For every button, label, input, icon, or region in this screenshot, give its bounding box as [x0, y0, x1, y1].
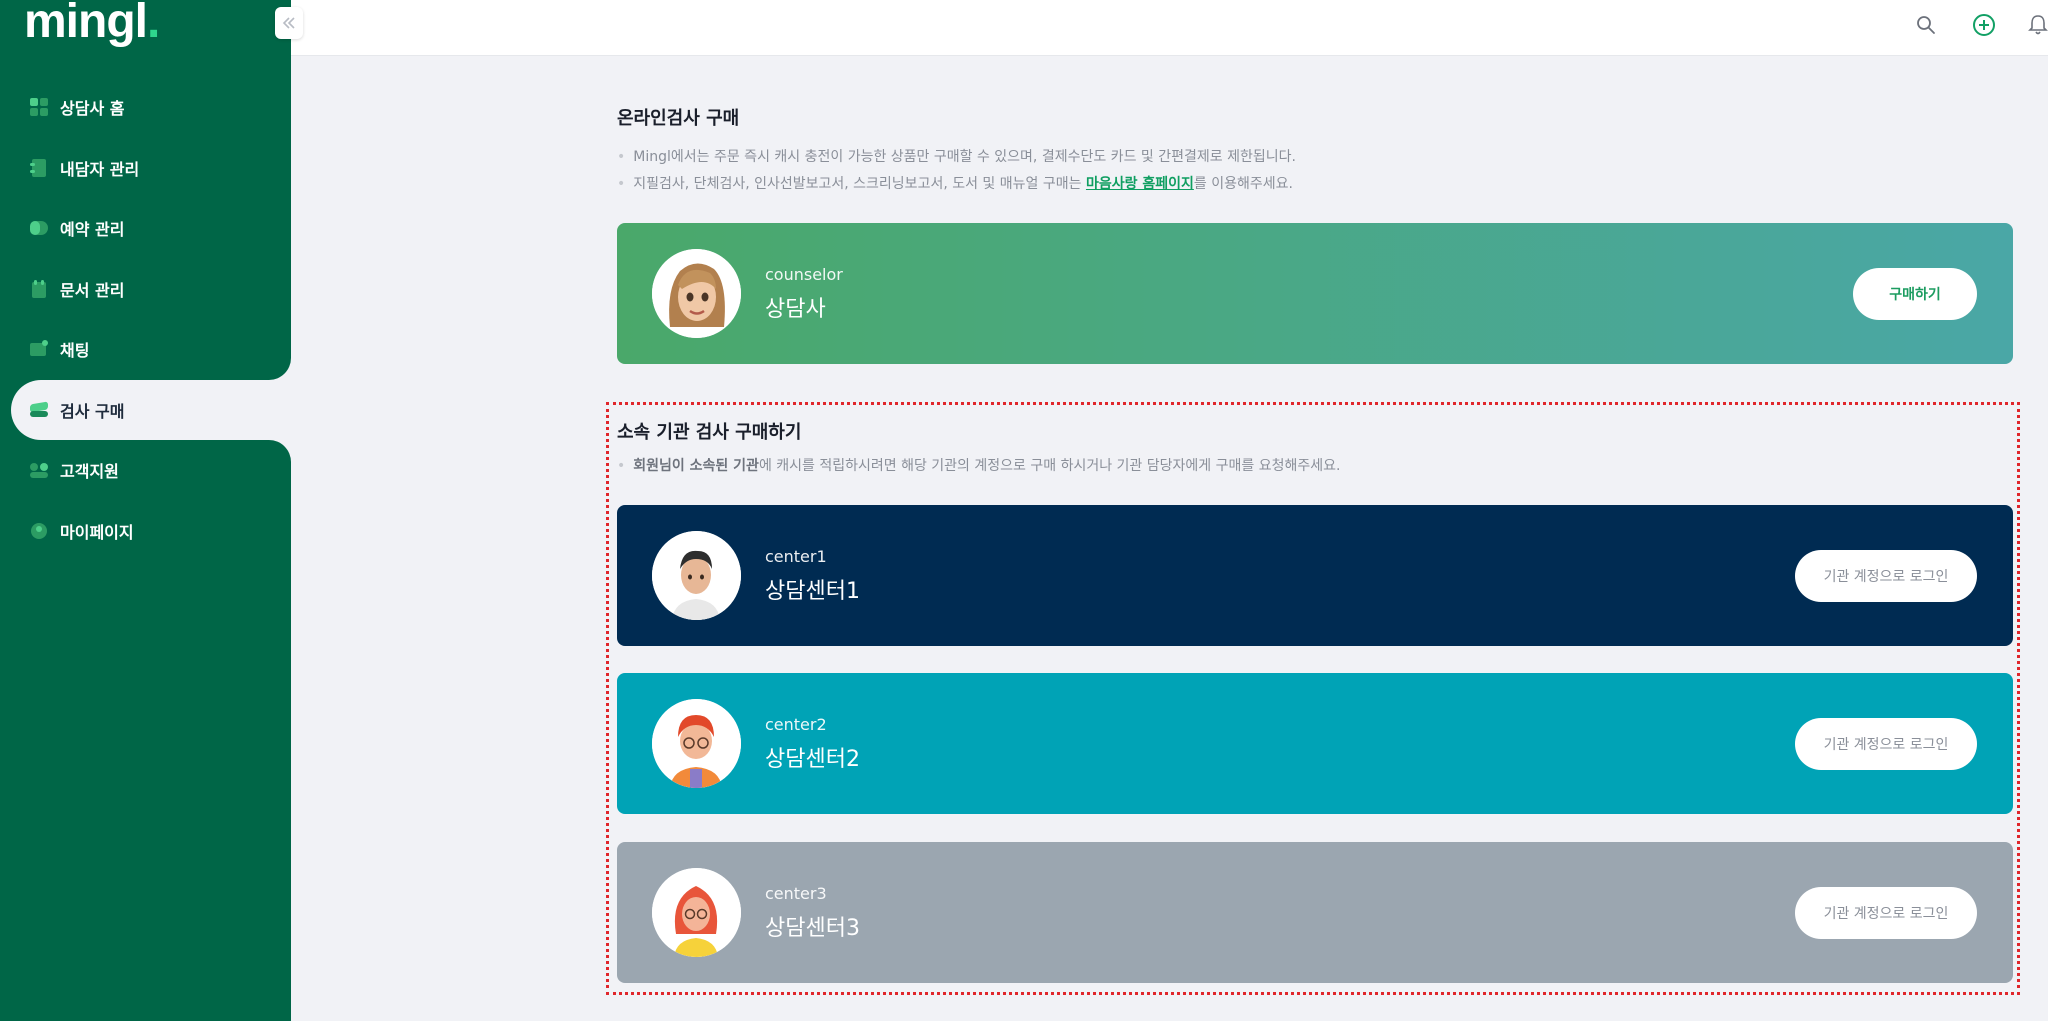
center-card-subtitle: center3 — [765, 884, 827, 903]
sidebar-item-label: 검사 구매 — [60, 401, 125, 421]
notice-text: 를 이용해주세요. — [1193, 176, 1293, 192]
sidebar-item-test-purchase[interactable]: 검사 구매 — [11, 379, 291, 440]
user-icon — [30, 522, 48, 540]
counselor-card: counselor 상담사 구매하기 — [617, 223, 2013, 364]
client-icon — [30, 158, 48, 177]
logo-text: mingl — [24, 0, 148, 48]
sidebar-item-label: 내담자 관리 — [60, 159, 140, 179]
sidebar: mingl. 상담사 홈 내담자 관리 예약 관리 문서 관리 채팅 검사 구매… — [0, 0, 291, 1021]
center-card: center2 상담센터2 기관 계정으로 로그인 — [617, 673, 2013, 814]
stack-icon — [30, 401, 48, 419]
online-notice-2: 지필검사, 단체검사, 인사선발보고서, 스크리닝보고서, 도서 및 매뉴얼 구… — [617, 173, 1293, 193]
mingl-logo[interactable]: mingl. — [24, 0, 160, 49]
center-card-name: 상담센터3 — [765, 916, 860, 941]
online-notice-1: Mingl에서는 주문 즉시 캐시 충전이 가능한 상품만 구매할 수 있으며,… — [617, 146, 1296, 166]
sidebar-item-document-management[interactable]: 문서 관리 — [0, 259, 291, 320]
chat-icon — [30, 340, 48, 358]
notice-text: 에 캐시를 적립하시려면 해당 기관의 계정으로 구매 하시거나 기관 담당자에… — [758, 458, 1341, 474]
org-account-login-button[interactable]: 기관 계정으로 로그인 — [1795, 887, 1977, 939]
center-card-subtitle: center2 — [765, 715, 827, 734]
double-chevron-left-icon — [282, 14, 296, 33]
notice-bold-text: 회원님이 소속된 기관 — [633, 458, 759, 474]
search-icon[interactable] — [1913, 12, 1939, 38]
center-card-name: 상담센터2 — [765, 747, 860, 772]
center-avatar — [652, 699, 741, 788]
sidebar-item-chatting[interactable]: 채팅 — [0, 319, 291, 380]
counselor-card-subtitle: counselor — [765, 265, 843, 284]
home-grid-icon — [30, 98, 48, 117]
sidebar-collapse-button[interactable] — [275, 7, 303, 39]
org-notice: 회원님이 소속된 기관에 캐시를 적립하시려면 해당 기관의 계정으로 구매 하… — [617, 455, 1340, 475]
sidebar-item-my-page[interactable]: 마이페이지 — [0, 501, 291, 562]
sidebar-item-customer-support[interactable]: 고객지원 — [0, 440, 291, 501]
document-icon — [30, 279, 48, 298]
top-bar — [291, 0, 2048, 56]
sidebar-item-reservation-management[interactable]: 예약 관리 — [0, 198, 291, 259]
sidebar-item-counselor-home[interactable]: 상담사 홈 — [0, 77, 291, 138]
org-account-login-button[interactable]: 기관 계정으로 로그인 — [1795, 550, 1977, 602]
sidebar-item-label: 고객지원 — [60, 462, 119, 482]
center-avatar — [652, 868, 741, 957]
center-card: center3 상담센터3 기관 계정으로 로그인 — [617, 842, 2013, 983]
bell-icon[interactable] — [2028, 12, 2048, 38]
online-section-title: 온라인검사 구매 — [617, 108, 740, 129]
org-account-login-button[interactable]: 기관 계정으로 로그인 — [1795, 718, 1977, 770]
sidebar-item-label: 문서 관리 — [60, 280, 125, 300]
counselor-avatar — [652, 249, 741, 338]
center-card-subtitle: center1 — [765, 547, 827, 566]
center-card-name: 상담센터1 — [765, 579, 860, 604]
support-icon — [30, 461, 48, 479]
add-circle-icon[interactable] — [1971, 12, 1997, 38]
maeumsarang-homepage-link[interactable]: 마음사랑 홈페이지 — [1086, 176, 1194, 192]
sidebar-nav: 상담사 홈 내담자 관리 예약 관리 문서 관리 채팅 검사 구매 고객지원 마… — [0, 77, 291, 561]
logo-dot: . — [147, 0, 160, 48]
purchase-button[interactable]: 구매하기 — [1853, 268, 1977, 320]
sidebar-item-label: 마이페이지 — [60, 522, 134, 542]
sidebar-item-label: 상담사 홈 — [60, 99, 125, 119]
notice-text: 지필검사, 단체검사, 인사선발보고서, 스크리닝보고서, 도서 및 매뉴얼 구… — [633, 176, 1086, 192]
reservation-icon — [30, 219, 48, 237]
center-avatar — [652, 531, 741, 620]
sidebar-item-label: 채팅 — [60, 341, 90, 361]
sidebar-item-client-management[interactable]: 내담자 관리 — [0, 138, 291, 199]
center-card: center1 상담센터1 기관 계정으로 로그인 — [617, 505, 2013, 646]
org-section-title: 소속 기관 검사 구매하기 — [617, 422, 802, 443]
counselor-card-name: 상담사 — [765, 297, 826, 322]
sidebar-item-label: 예약 관리 — [60, 220, 125, 240]
